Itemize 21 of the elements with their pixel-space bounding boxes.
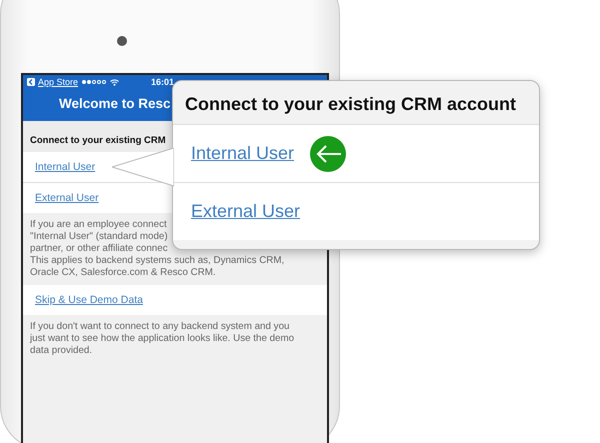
option-row[interactable]: External User xyxy=(173,182,539,240)
camera-lens xyxy=(117,36,127,46)
description-line: If you don't want to connect to any backend system and you xyxy=(30,321,290,333)
description-line: "Internal User" (standard mode) xyxy=(30,231,169,243)
option-link[interactable]: External User xyxy=(35,192,99,204)
screen-title: Welcome to Resc xyxy=(59,96,171,111)
option-link[interactable]: External User xyxy=(191,201,300,222)
clock-time: 16:01 xyxy=(151,77,174,87)
arrow-left-icon xyxy=(310,136,346,172)
wifi-icon xyxy=(110,78,120,86)
back-icon[interactable] xyxy=(27,78,35,86)
description-line: If you are an employee connect xyxy=(30,219,168,231)
description-line: partner, or other affiliate connec xyxy=(30,243,169,255)
option-link[interactable]: Skip & Use Demo Data xyxy=(35,294,143,306)
option-link[interactable]: Internal User xyxy=(35,161,96,173)
back-link[interactable]: App Store xyxy=(38,77,78,87)
description-line: just want to see how the application looks like. Use the demo xyxy=(30,333,296,345)
description-line: data provided. xyxy=(30,345,94,357)
description-line: Oracle CX, Salesforce.com & Resco CRM. xyxy=(30,267,217,279)
description-line: This applies to backend systems such as, Dynamics CRM, xyxy=(30,255,286,267)
signal-icon xyxy=(82,80,106,84)
